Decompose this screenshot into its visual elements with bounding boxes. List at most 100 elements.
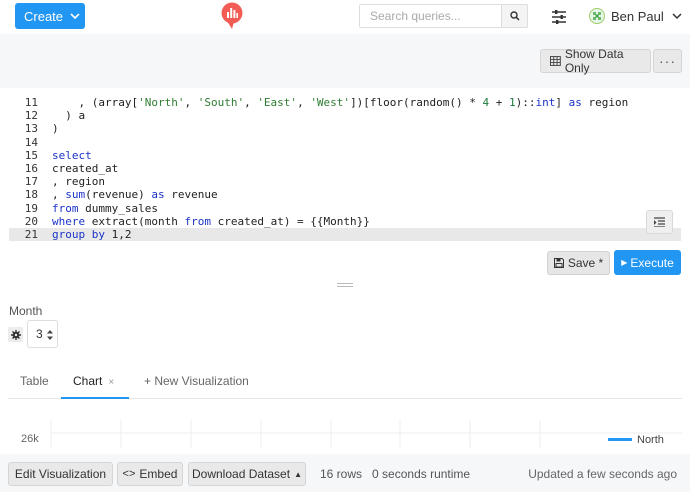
- parameter-value: 3: [36, 327, 43, 341]
- code-token: as: [568, 96, 582, 109]
- chart-gridlines: [50, 420, 541, 448]
- code-line[interactable]: 13): [9, 122, 681, 135]
- indent-icon: [654, 217, 665, 227]
- user-name: Ben Paul: [611, 8, 664, 24]
- code-line[interactable]: 15 select: [9, 149, 681, 162]
- code-token: 'North': [138, 96, 185, 109]
- line-number: 21: [24, 227, 38, 241]
- code-token: revenue: [164, 188, 218, 202]
- code-token: ,: [184, 96, 198, 109]
- tab-table-label: Table: [20, 374, 49, 388]
- show-data-label: Show Data Only: [564, 47, 624, 75]
- ellipsis-icon: ···: [659, 53, 676, 69]
- code-line[interactable]: 16 created_at: [9, 162, 681, 175]
- line-code: group by 1,2: [38, 228, 132, 241]
- top-navbar: Create Ben Paul: [0, 0, 690, 34]
- line-code: created_at: [38, 162, 118, 175]
- code-token: )::: [515, 96, 536, 109]
- legend-swatch-north: [608, 438, 632, 441]
- user-menu[interactable]: Ben Paul: [589, 8, 682, 24]
- code-line[interactable]: 21 group by 1,2: [9, 227, 681, 242]
- execute-button[interactable]: ▶ Execute: [614, 250, 681, 275]
- format-query-button[interactable]: [646, 210, 673, 234]
- chevron-down-icon: [70, 13, 80, 20]
- code-token: int: [535, 96, 556, 109]
- show-data-only-button[interactable]: Show Data Only: [540, 47, 651, 75]
- line-code: , region: [38, 175, 105, 188]
- line-code: , sum(revenue) as revenue: [38, 188, 218, 201]
- resize-handle[interactable]: [337, 283, 353, 287]
- tab-chart[interactable]: Chart ×: [61, 364, 129, 399]
- code-token: dummy_sales: [78, 201, 158, 215]
- app-logo-icon[interactable]: [221, 2, 243, 30]
- search-button[interactable]: [501, 4, 528, 28]
- code-icon: <>: [122, 468, 136, 480]
- parameter-label: Month: [9, 304, 43, 318]
- y-tick-label: 26k: [21, 433, 39, 445]
- code-token: 'East': [257, 96, 298, 109]
- line-number: 19: [24, 201, 38, 215]
- code-token: created_at) = {{Month}}: [210, 214, 370, 228]
- code-line[interactable]: 11 , (array['North', 'South', 'East', 'W…: [9, 96, 681, 109]
- code-token: extract(month: [85, 214, 185, 228]
- code-line[interactable]: 19 from dummy_sales: [9, 202, 681, 215]
- code-line[interactable]: 17 , region: [9, 175, 681, 188]
- code-token: sum: [65, 188, 86, 202]
- save-button[interactable]: Save *: [547, 251, 610, 275]
- code-token: select: [52, 148, 92, 162]
- code-token: from: [184, 214, 211, 228]
- line-number: 16: [24, 161, 38, 175]
- search-input[interactable]: [359, 4, 501, 28]
- code-token: ,: [244, 96, 258, 109]
- caret-up-icon: ▲: [294, 469, 302, 479]
- visualization-tabs: Table Chart × + New Visualization: [8, 364, 682, 399]
- code-token: ): [52, 122, 59, 136]
- code-token: , (array[: [52, 96, 139, 109]
- settings-sliders-icon[interactable]: [551, 9, 567, 25]
- code-token: ,: [52, 188, 66, 202]
- download-dataset-button[interactable]: Download Dataset ▲: [188, 462, 306, 486]
- code-token: 'South': [197, 96, 245, 109]
- parameter-settings-button[interactable]: [8, 327, 23, 342]
- code-token: 1,2: [105, 227, 132, 241]
- create-button[interactable]: Create: [15, 3, 85, 29]
- code-line[interactable]: 20 where extract(month from created_at) =…: [9, 215, 681, 228]
- line-number: 17: [24, 175, 38, 189]
- stepper-icon[interactable]: [47, 329, 53, 341]
- line-code: from dummy_sales: [38, 202, 158, 215]
- code-token: group: [52, 227, 86, 241]
- legend-label-north[interactable]: North: [637, 434, 664, 446]
- month-parameter-input[interactable]: 3: [27, 320, 58, 348]
- create-label: Create: [24, 8, 64, 24]
- code-token: ]: [555, 96, 569, 109]
- code-token: , region: [52, 175, 105, 189]
- save-label: Save *: [567, 256, 604, 270]
- runtime: 0 seconds runtime: [372, 467, 471, 481]
- close-icon[interactable]: ×: [108, 377, 114, 388]
- chevron-down-icon: [672, 13, 682, 20]
- edit-visualization-button[interactable]: Edit Visualization: [8, 462, 113, 486]
- line-code: ) a: [38, 109, 85, 122]
- code-line[interactable]: 18, sum(revenue) as revenue: [9, 188, 681, 201]
- embed-button[interactable]: <> Embed: [117, 462, 183, 486]
- new-visualization-tab[interactable]: + New Visualization: [144, 364, 249, 399]
- line-number: 15: [24, 148, 38, 162]
- code-editor[interactable]: 11 , (array['North', 'South', 'East', 'W…: [9, 96, 681, 242]
- search-icon: [509, 11, 520, 21]
- line-code: , (array['North', 'South', 'East', 'West…: [38, 96, 628, 109]
- edit-visualization-label: Edit Visualization: [14, 467, 107, 481]
- more-options-button[interactable]: ···: [653, 49, 682, 73]
- embed-label: Embed: [139, 467, 178, 481]
- chart-container: 26k North: [8, 400, 682, 448]
- code-line[interactable]: 12 ) a: [9, 109, 681, 122]
- tab-table[interactable]: Table: [20, 364, 49, 399]
- code-line[interactable]: 14: [9, 136, 681, 149]
- tab-chart-label: Chart: [73, 374, 103, 388]
- code-token: region: [581, 96, 629, 109]
- code-token: from: [52, 201, 79, 215]
- avatar-icon: [589, 8, 605, 24]
- line-number: 11: [24, 96, 38, 109]
- result-info: 16 rows 0 seconds runtime: [320, 467, 470, 481]
- line-number: 20: [24, 214, 38, 228]
